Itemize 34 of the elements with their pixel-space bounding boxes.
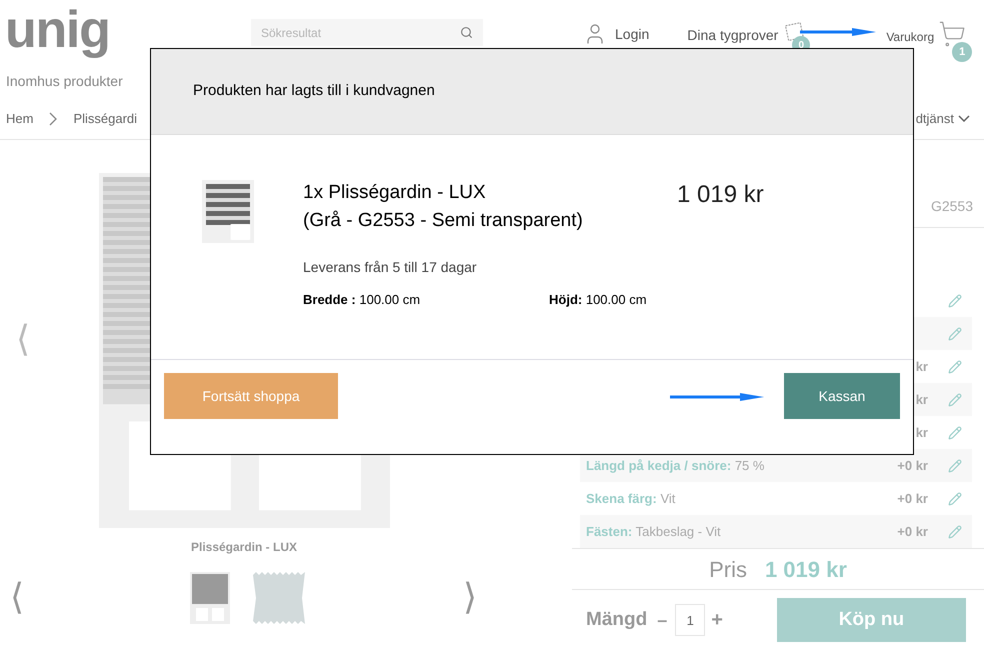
option-price: kr [916, 358, 928, 376]
option-text: Längd på kedja / snöre: 75 % [586, 456, 764, 475]
checkout-button[interactable]: Kassan [784, 373, 900, 419]
sku-text: G2553 [930, 197, 973, 216]
count-badge: 1 [952, 42, 972, 62]
option-price: +0 kr [897, 456, 928, 475]
category-link[interactable]: Inomhus produkter [6, 73, 123, 89]
nav-link[interactable]: dtjänst [916, 108, 954, 128]
next-arrow[interactable]: ⟩ [463, 571, 478, 625]
fabric-samples-link[interactable]: Dina tygprover [687, 25, 778, 46]
quantity-field[interactable]: 1 [675, 604, 706, 636]
quantity-label: Mängd [586, 608, 648, 632]
product-caption: Plisségardin - LUX [190, 540, 298, 554]
option-price: +0 kr [897, 522, 928, 541]
option-text: Skena färg: Vit [586, 490, 676, 508]
dimension-text: Höjd: 100.00 cm [549, 291, 647, 309]
decrease-button[interactable]: – [657, 606, 668, 634]
option-price: kr [916, 424, 928, 442]
breadcrumb-link[interactable]: Plisségardi [73, 108, 138, 128]
search-field[interactable]: Sökresultat [251, 19, 483, 46]
cart-link[interactable]: Varukorg [886, 28, 934, 46]
increase-button[interactable]: + [711, 605, 723, 635]
option-price: +0 kr [897, 490, 928, 508]
login-link[interactable]: Login [615, 24, 650, 44]
previous-arrow[interactable]: ⟨ [0, 571, 190, 625]
option-price: kr [916, 390, 928, 409]
previous-arrow[interactable]: ⟨ [0, 313, 99, 367]
option-text: Fästen: Takbeslag - Vit [586, 522, 721, 541]
item-price: 1 019 kr [677, 180, 764, 210]
breadcrumb-link[interactable]: Hem [6, 108, 34, 128]
price-value: 1 019 kr [764, 556, 847, 584]
price-label: Pris [709, 556, 747, 584]
logo[interactable]: unig [5, 2, 251, 58]
dialog-title: Produkten har lagts till i kundvagnen [193, 81, 435, 102]
